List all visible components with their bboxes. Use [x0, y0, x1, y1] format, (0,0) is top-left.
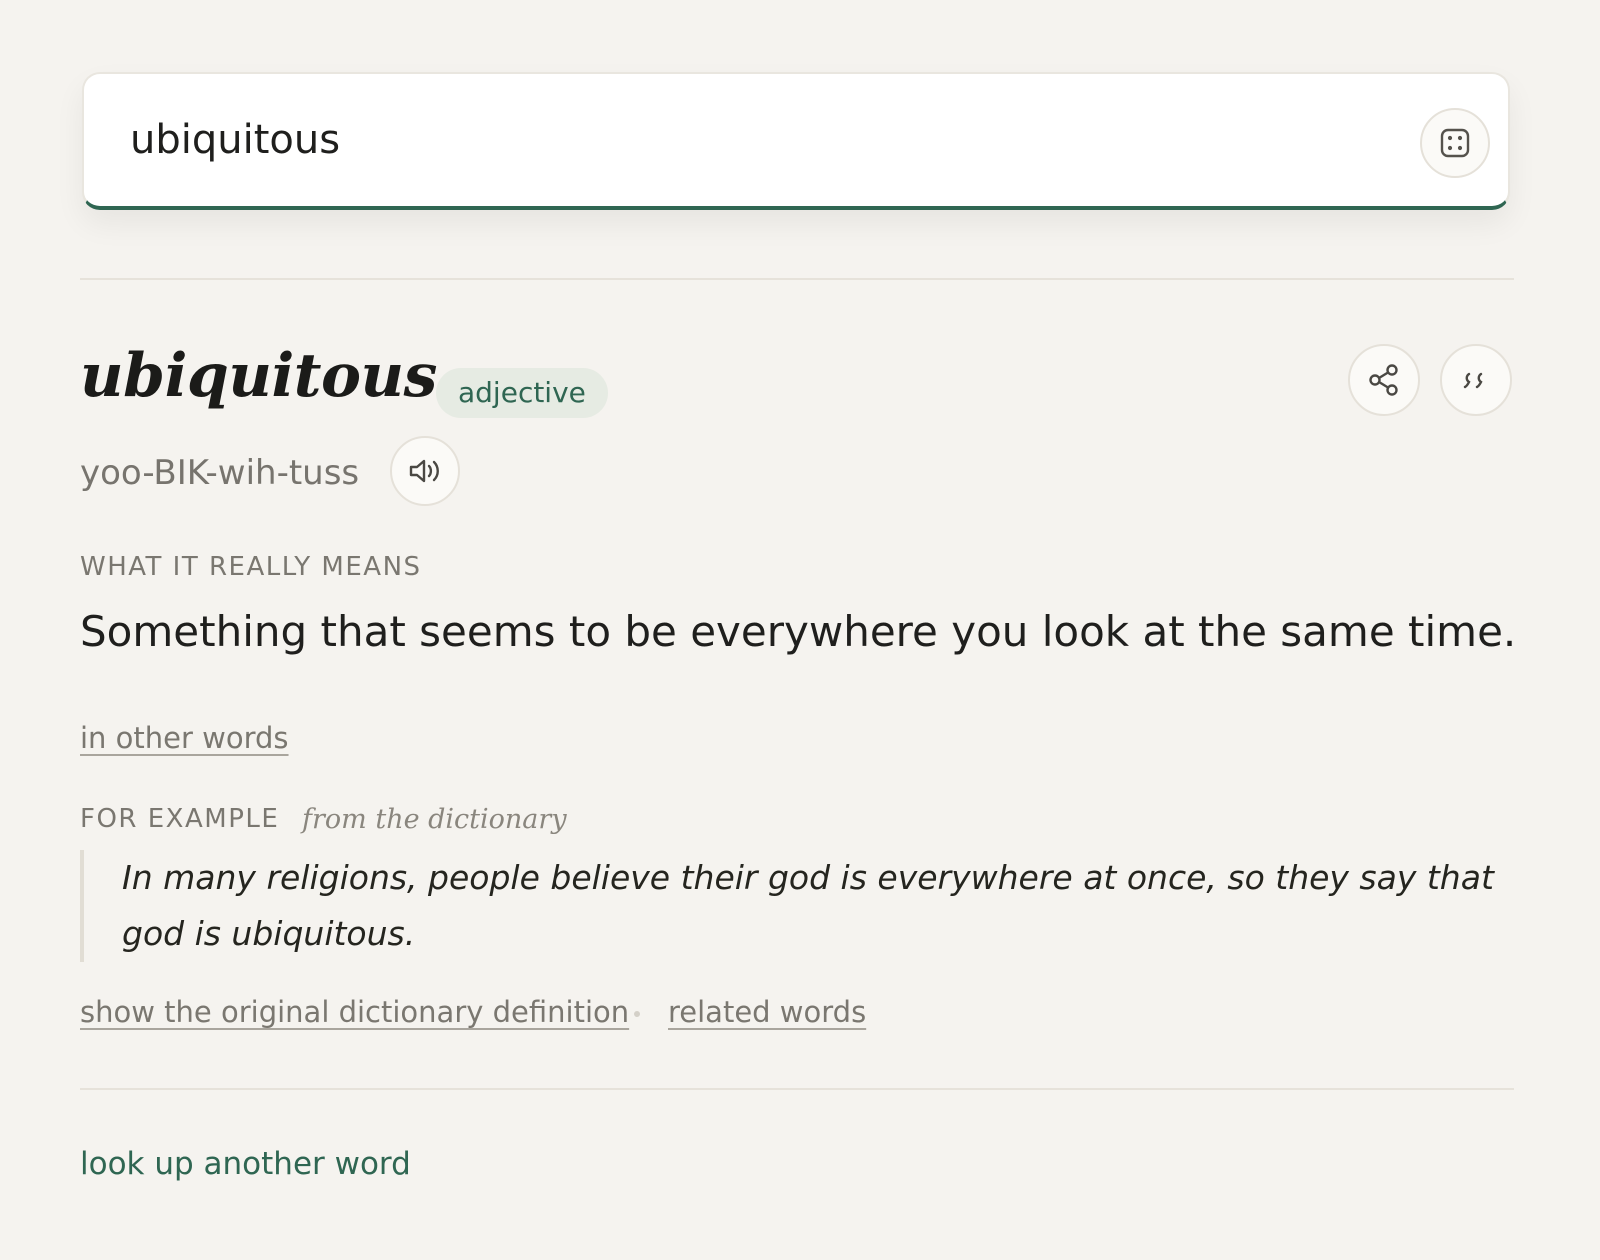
- example-quote: In many religions, people believe their …: [80, 850, 1500, 962]
- in-other-words-link[interactable]: in other words: [80, 718, 289, 758]
- dice-icon: [1440, 128, 1470, 158]
- bottom-divider: [80, 1088, 1514, 1090]
- pronunciation: yoo-BIK-wih-tuss: [80, 453, 360, 493]
- meaning-label: WHAT IT REALLY MEANS: [80, 552, 422, 582]
- random-word-button[interactable]: [1420, 108, 1490, 178]
- link-separator: [634, 1011, 640, 1017]
- search-box: [82, 72, 1510, 210]
- speaker-icon: [409, 459, 439, 483]
- play-pronunciation-button[interactable]: [390, 436, 460, 506]
- look-up-another-word-link[interactable]: look up another word: [80, 1144, 411, 1184]
- example-label: FOR EXAMPLE: [80, 804, 280, 834]
- related-words-link[interactable]: related words: [668, 992, 866, 1032]
- show-original-definition-link[interactable]: show the original dictionary definition: [80, 992, 629, 1032]
- quote-button[interactable]: [1440, 344, 1512, 416]
- part-of-speech-badge: adjective: [436, 368, 608, 418]
- top-divider: [80, 278, 1514, 280]
- quote-icon: [1463, 372, 1483, 389]
- example-source: from the dictionary: [302, 804, 567, 835]
- definition-text: Something that seems to be everywhere yo…: [80, 607, 1517, 656]
- headword: ubiquitous: [80, 341, 437, 411]
- share-button[interactable]: [1348, 344, 1420, 416]
- share-icon: [1369, 364, 1398, 396]
- search-input[interactable]: [130, 108, 1330, 172]
